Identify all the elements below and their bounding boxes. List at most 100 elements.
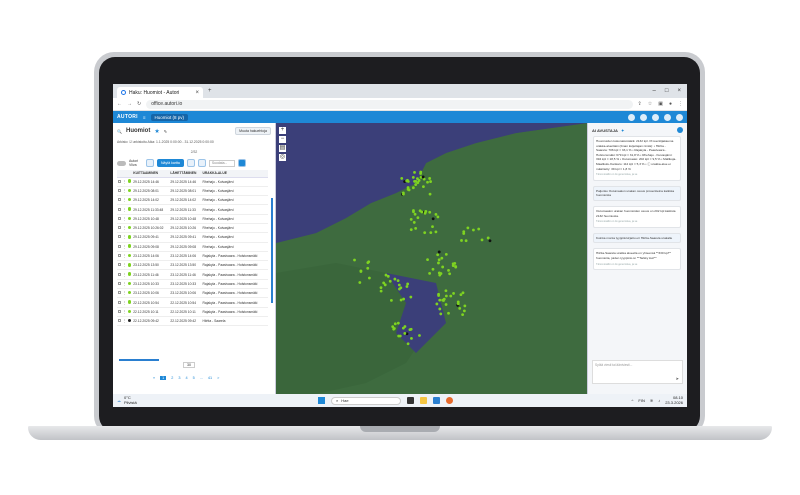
map-marker[interactable]: [411, 175, 415, 179]
map-marker[interactable]: [464, 239, 468, 243]
hamburger-menu-icon[interactable]: ≡: [143, 115, 146, 120]
map-marker[interactable]: [402, 297, 406, 301]
map-marker[interactable]: [437, 258, 441, 262]
map-marker[interactable]: [452, 292, 455, 295]
map-marker[interactable]: [392, 327, 396, 330]
map-marker[interactable]: [472, 228, 475, 232]
map-marker[interactable]: [359, 270, 363, 273]
map-marker[interactable]: [429, 231, 433, 235]
map-marker[interactable]: [438, 298, 442, 302]
map-marker[interactable]: [409, 295, 413, 299]
reload-icon[interactable]: ↻: [137, 101, 141, 107]
bookmark-star-icon[interactable]: ☆: [648, 101, 652, 107]
message-input[interactable]: Syötä viesti tai ääniviesti... ➤: [592, 360, 683, 384]
map-marker[interactable]: [414, 183, 418, 186]
maximize-icon[interactable]: □: [665, 88, 669, 94]
map-marker[interactable]: [416, 216, 420, 220]
map-marker[interactable]: [417, 179, 421, 182]
page-5[interactable]: 5: [193, 376, 195, 380]
map-marker[interactable]: [410, 336, 413, 340]
task-view-icon[interactable]: [407, 397, 414, 404]
map-marker[interactable]: [488, 239, 492, 243]
map-marker[interactable]: [426, 258, 429, 261]
vertical-scrollbar[interactable]: [271, 198, 273, 303]
help-icon[interactable]: [652, 113, 659, 121]
weather-widget[interactable]: 0°C Pilvistä: [124, 395, 137, 405]
map-marker[interactable]: [422, 185, 425, 189]
table-row[interactable]: ⋮ 22.12.2025 10:11 22.12.2025 10:11 Rajakyl…: [117, 307, 268, 317]
map-marker[interactable]: [399, 286, 403, 290]
map-marker[interactable]: [431, 267, 435, 271]
map-marker[interactable]: [440, 256, 444, 260]
map-marker[interactable]: [444, 289, 448, 293]
map-marker[interactable]: [486, 236, 490, 240]
taskbar-search[interactable]: ⌕ Hae: [331, 396, 401, 405]
layers-icon[interactable]: ▤: [279, 145, 286, 152]
refresh-icon[interactable]: [186, 159, 195, 167]
firefox-icon[interactable]: [446, 397, 453, 404]
per-page-select[interactable]: 30: [183, 362, 195, 368]
map-marker[interactable]: [397, 283, 401, 287]
send-icon[interactable]: ➤: [676, 376, 679, 381]
column-header[interactable]: URAKKA-ALUE: [201, 170, 268, 178]
table-row[interactable]: ⋮ 29.12.2025 14:46 29.12.2025 14:46 Rhehaju…: [117, 177, 268, 187]
map-marker[interactable]: [384, 273, 388, 277]
page-3[interactable]: 3: [178, 376, 180, 380]
map-marker[interactable]: [388, 279, 392, 283]
map-marker[interactable]: [461, 313, 465, 317]
locate-icon[interactable]: ◎: [279, 154, 286, 161]
map-marker[interactable]: [397, 334, 401, 338]
map-marker[interactable]: [409, 228, 413, 232]
ai-assistant-icon[interactable]: [628, 113, 635, 121]
map-marker[interactable]: [466, 226, 470, 230]
map-marker[interactable]: [396, 279, 400, 283]
map-marker[interactable]: [400, 177, 404, 180]
table-row[interactable]: ⋮ 23.12.2025 13:50 23.12.2025 13:50 Rajakyl…: [117, 260, 268, 271]
map-marker[interactable]: [451, 264, 455, 267]
map-marker[interactable]: [405, 285, 409, 288]
map-marker[interactable]: [409, 327, 413, 331]
map-marker[interactable]: [403, 332, 407, 335]
share-icon[interactable]: ⇪: [638, 101, 642, 107]
forward-icon[interactable]: →: [127, 101, 132, 107]
table-row[interactable]: ⋮ 23.12.2025 11:46 23.12.2025 11:46 Rajakyl…: [117, 269, 268, 280]
edit-icon[interactable]: ✎: [164, 129, 167, 134]
back-icon[interactable]: ←: [117, 101, 122, 107]
map-marker[interactable]: [428, 177, 432, 180]
close-panel-icon[interactable]: [677, 127, 683, 133]
map-marker[interactable]: [434, 212, 438, 216]
page-next[interactable]: >: [217, 376, 219, 380]
new-tab-button[interactable]: +: [208, 88, 212, 94]
map-marker[interactable]: [411, 186, 415, 190]
map-marker[interactable]: [368, 276, 371, 280]
map-marker[interactable]: [406, 282, 410, 286]
map-marker[interactable]: [431, 225, 434, 229]
map-marker[interactable]: [442, 297, 446, 301]
map-marker[interactable]: [460, 239, 463, 242]
map-marker[interactable]: [379, 286, 383, 290]
map-marker[interactable]: [393, 322, 397, 326]
map-marker[interactable]: [454, 265, 458, 269]
map-marker[interactable]: [480, 238, 484, 242]
map-marker[interactable]: [409, 217, 413, 221]
map-marker[interactable]: [412, 221, 416, 224]
map-marker[interactable]: [424, 210, 428, 214]
favorite-star-icon[interactable]: ★: [154, 128, 159, 135]
show-map-button[interactable]: Näytä kartta: [157, 159, 184, 167]
map-marker[interactable]: [435, 302, 439, 306]
table-row[interactable]: ⋮ 29.12.2025 09:08 29.12.2025 09:08 Rhehaju…: [117, 242, 268, 252]
map-marker[interactable]: [428, 271, 432, 275]
map-marker[interactable]: [436, 253, 440, 257]
column-header[interactable]: LÄHETTÄMINEN: [169, 170, 202, 178]
map-marker[interactable]: [413, 180, 416, 183]
map-marker[interactable]: [406, 178, 409, 182]
minimize-icon[interactable]: –: [653, 88, 656, 94]
map-marker[interactable]: [434, 230, 438, 234]
table-row[interactable]: ⋮ 29.12.2025 10:48 29.12.2025 10:48 Rhehaju…: [117, 214, 268, 225]
map-marker[interactable]: [353, 258, 356, 262]
map-marker[interactable]: [414, 226, 418, 230]
file-explorer-icon[interactable]: [420, 397, 427, 404]
language-indicator[interactable]: FIN: [638, 398, 644, 403]
table-row[interactable]: ⋮ 29.12.2025 14:02 29.12.2025 14:02 Rhehaju…: [117, 195, 268, 206]
page-1[interactable]: 1: [160, 376, 167, 380]
